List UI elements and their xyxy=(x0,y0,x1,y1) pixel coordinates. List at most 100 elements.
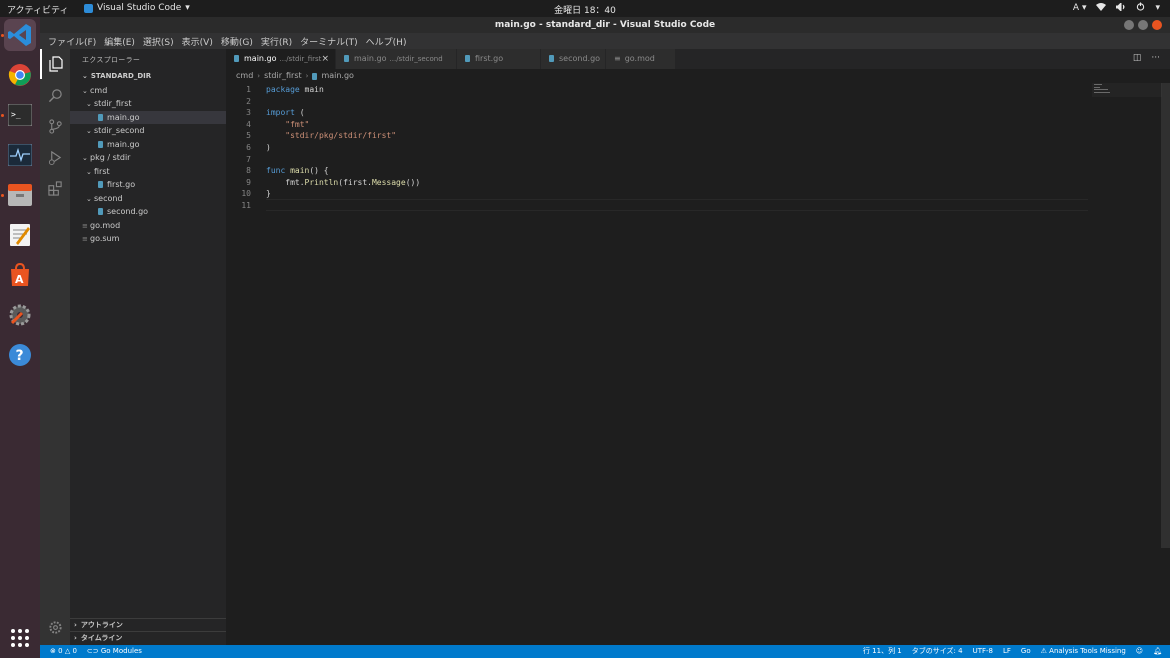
chevron-down-icon: ⌄ xyxy=(86,167,92,176)
running-indicator xyxy=(1,34,4,37)
code-line[interactable]: } xyxy=(266,188,271,200)
language-mode[interactable]: Go xyxy=(1021,645,1031,658)
tab-main-go-first[interactable]: main.go .../stdir_first × xyxy=(226,49,336,69)
timeline-section[interactable]: › タイムライン xyxy=(70,631,226,644)
outline-section[interactable]: › アウトライン xyxy=(70,618,226,631)
dock-system-monitor-icon[interactable] xyxy=(4,139,36,171)
menu-help[interactable]: ヘルプ(H) xyxy=(362,35,411,48)
cursor-position[interactable]: 行 11、列 1 xyxy=(863,645,902,658)
tree-folder[interactable]: ⌄ stdir_second xyxy=(70,124,226,137)
close-button[interactable] xyxy=(1152,20,1162,30)
tree-folder[interactable]: ⌄ pkg / stdir xyxy=(70,151,226,164)
notifications-bell-icon[interactable]: 🔔︎ xyxy=(1153,645,1162,658)
feedback-icon[interactable]: ☺ xyxy=(1136,645,1143,658)
tree-folder[interactable]: ⌄ second xyxy=(70,192,226,205)
tree-folder[interactable]: ⌄ stdir_first xyxy=(70,97,226,110)
close-icon[interactable]: × xyxy=(321,49,329,69)
menu-file[interactable]: ファイル(F) xyxy=(44,35,100,48)
maximize-button[interactable] xyxy=(1138,20,1148,30)
code-token: Message xyxy=(371,177,406,187)
code-token: "stdir/pkg/stdir/first" xyxy=(285,131,397,141)
manage-gear-icon[interactable] xyxy=(40,612,70,642)
line-number: 2 xyxy=(246,96,251,106)
tab-size[interactable]: タブのサイズ: 4 xyxy=(912,645,963,658)
go-modules-indicator[interactable]: ⊂⊃ Go Modules xyxy=(87,645,142,658)
code-token: ( xyxy=(294,108,305,118)
go-file-icon xyxy=(98,140,103,148)
split-editor-icon[interactable]: ◫ xyxy=(1133,53,1142,63)
tree-folder[interactable]: ⌄ cmd xyxy=(70,84,226,97)
show-applications-icon[interactable] xyxy=(4,622,36,654)
status-bar: ⊗ 0 △ 0 ⊂⊃ Go Modules 行 11、列 1 タブのサイズ: 4… xyxy=(40,645,1170,658)
tree-item-label: go.mod xyxy=(90,220,121,230)
code-line[interactable]: import ( xyxy=(266,107,305,119)
source-control-icon[interactable] xyxy=(40,111,70,141)
breadcrumb-item[interactable]: main.go xyxy=(321,69,354,83)
tab-go-mod[interactable]: ≡ go.mod xyxy=(606,49,676,69)
workspace-root[interactable]: ⌄ STANDARD_DIR xyxy=(70,70,226,83)
dock-settings-icon[interactable] xyxy=(4,299,36,331)
power-icon[interactable] xyxy=(1136,2,1145,14)
tree-file[interactable]: ≡ go.sum xyxy=(70,232,226,245)
dock-text-editor-icon[interactable] xyxy=(4,219,36,251)
network-icon[interactable] xyxy=(1096,2,1107,14)
code-line[interactable]: package main xyxy=(266,84,324,96)
mod-file-icon: ≡ xyxy=(82,221,88,230)
dock-vscode-icon[interactable] xyxy=(4,19,36,51)
chevron-right-icon: › xyxy=(74,621,77,629)
tree-file[interactable]: second.go xyxy=(70,205,226,218)
dock-help-icon[interactable]: ? xyxy=(4,339,36,371)
breadcrumb-item[interactable]: cmd xyxy=(236,69,253,83)
tree-folder[interactable]: ⌄ first xyxy=(70,165,226,178)
encoding[interactable]: UTF-8 xyxy=(973,645,993,658)
system-tray[interactable]: A ▾ ▾ xyxy=(1073,1,1160,14)
end-of-line[interactable]: LF xyxy=(1003,645,1011,658)
search-icon[interactable] xyxy=(40,80,70,110)
analysis-tools-warning[interactable]: ⚠ Analysis Tools Missing xyxy=(1041,645,1126,658)
tab-second-go[interactable]: second.go xyxy=(541,49,606,69)
menu-terminal[interactable]: ターミナル(T) xyxy=(296,35,362,48)
input-method-indicator[interactable]: A ▾ xyxy=(1073,3,1087,13)
clock[interactable]: 金曜日 18：40 xyxy=(0,3,1170,16)
breadcrumb-item[interactable]: stdir_first xyxy=(264,69,302,83)
tree-item-label: first.go xyxy=(107,180,136,190)
code-line[interactable]: "fmt" xyxy=(266,119,309,131)
tree-file[interactable]: main.go xyxy=(70,138,226,151)
menu-edit[interactable]: 編集(E) xyxy=(100,35,139,48)
minimize-button[interactable] xyxy=(1124,20,1134,30)
chevron-down-icon: ⌄ xyxy=(82,72,88,80)
volume-icon[interactable] xyxy=(1115,1,1126,14)
minimap[interactable] xyxy=(1092,83,1162,97)
vertical-scrollbar[interactable] xyxy=(1161,83,1170,548)
tree-file[interactable]: main.go xyxy=(70,110,226,124)
menu-go[interactable]: 移動(G) xyxy=(217,35,257,48)
menu-selection[interactable]: 選択(S) xyxy=(139,35,178,48)
code-line[interactable]: func main() { xyxy=(266,165,329,177)
extensions-icon[interactable] xyxy=(40,173,70,203)
dock-terminal-icon[interactable]: >_ xyxy=(4,99,36,131)
tab-first-go[interactable]: first.go xyxy=(457,49,541,69)
menu-run[interactable]: 実行(R) xyxy=(257,35,296,48)
menu-view[interactable]: 表示(V) xyxy=(178,35,217,48)
code-line[interactable]: fmt.Println(first.Message()) xyxy=(266,177,420,189)
tree-file[interactable]: ≡ go.mod xyxy=(70,219,226,232)
dock-files-icon[interactable] xyxy=(4,179,36,211)
code-line[interactable]: ) xyxy=(266,142,271,154)
dock-software-center-icon[interactable]: A xyxy=(4,259,36,291)
window-title-bar[interactable]: main.go - standard_dir - Visual Studio C… xyxy=(40,17,1170,33)
more-actions-icon[interactable]: ··· xyxy=(1151,53,1160,63)
code-token: package xyxy=(266,85,300,94)
chevron-down-icon: ▾ xyxy=(1155,3,1160,13)
tree-file[interactable]: first.go xyxy=(70,178,226,191)
explorer-icon[interactable] xyxy=(40,49,70,79)
tree-item-label: stdir_second xyxy=(94,126,145,136)
run-debug-icon[interactable] xyxy=(40,142,70,172)
code-editor[interactable]: 1 package main 2 3 import (4 "fmt" 5 "stdir/p… xyxy=(226,83,1170,645)
dock-chrome-icon[interactable] xyxy=(4,59,36,91)
problems-indicator[interactable]: ⊗ 0 △ 0 xyxy=(50,645,77,658)
tree-item-label: stdir_first xyxy=(94,99,132,109)
code-token: } xyxy=(266,189,271,199)
line-number: 9 xyxy=(246,177,251,187)
tab-main-go-second[interactable]: main.go .../stdir_second xyxy=(336,49,457,69)
code-line[interactable]: "stdir/pkg/stdir/first" xyxy=(266,130,396,142)
